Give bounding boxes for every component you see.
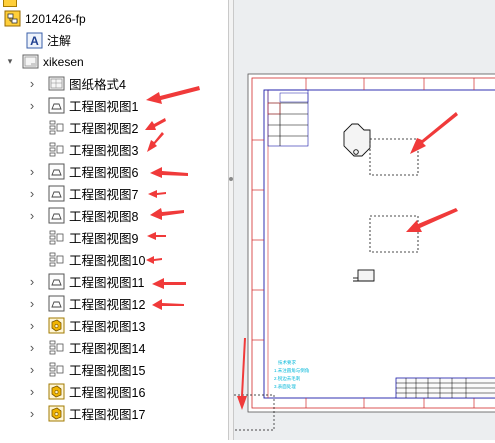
svg-text:技术要求: 技术要求 [278,359,296,366]
svg-text:3.表面处理: 3.表面处理 [274,383,296,390]
svg-text:2.锐边去毛刺: 2.锐边去毛刺 [274,375,301,382]
svg-text:1.未注圆角与倒角: 1.未注圆角与倒角 [274,367,309,374]
drawing-sheet-graphic: 技术要求 1.未注圆角与倒角 2.锐边去毛刺 3.表面处理 [230,73,495,431]
annotation-arrows-tree [145,86,200,310]
drawing-canvas[interactable]: 技术要求 1.未注圆角与倒角 2.锐边去毛刺 3.表面处理 [230,0,495,440]
title-block [395,377,495,399]
